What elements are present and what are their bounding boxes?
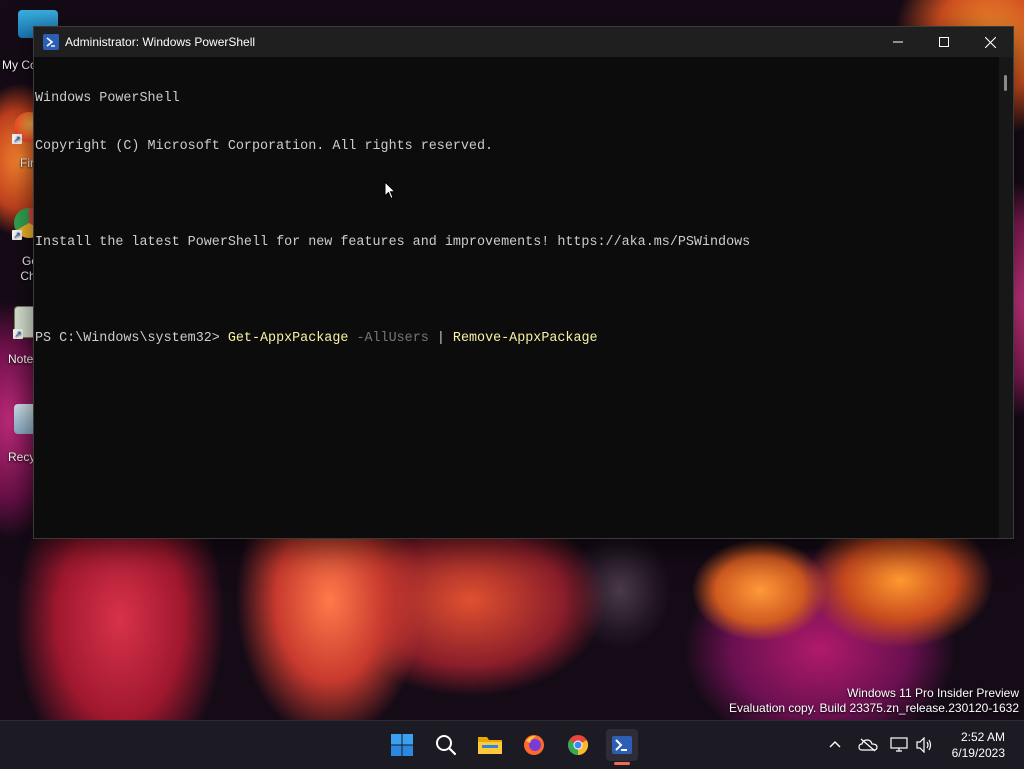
minimize-icon [893,41,903,43]
maximize-icon [939,37,949,47]
onedrive-icon [858,738,878,752]
clock-date: 6/19/2023 [951,746,1005,760]
file-explorer-icon [478,737,502,754]
maximize-button[interactable] [921,27,967,57]
console-line: Install the latest PowerShell for new fe… [35,235,751,250]
watermark-line: Evaluation copy. Build 23375.zn_release.… [729,701,1019,715]
search-button[interactable] [430,729,462,761]
close-icon [984,36,996,48]
shortcut-arrow-icon: ↗ [12,230,22,240]
console-line: Copyright (C) Microsoft Corporation. All… [35,139,494,154]
chrome-icon [567,735,589,756]
onedrive-button[interactable] [858,721,878,769]
taskbar: 2:52 AM 6/19/2023 [0,720,1024,769]
search-icon [436,735,457,756]
vertical-scrollbar[interactable] [999,57,1013,538]
cmdlet-get-appxpackage: Get-AppxPackage [227,331,349,346]
window-titlebar[interactable]: Administrator: Windows PowerShell [34,27,1013,57]
powershell-icon [43,34,59,50]
powershell-window[interactable]: Administrator: Windows PowerShell Window… [33,26,1014,539]
clock-time: 2:52 AM [960,730,1005,744]
mouse-cursor-icon [384,181,396,200]
console-output[interactable]: Windows PowerShell Copyright (C) Microso… [34,57,999,538]
desktop-icon-label: Note [8,352,34,366]
system-clock[interactable]: 2:52 AM 6/19/2023 [952,729,1005,761]
desktop-icon-label: Fir [20,156,34,170]
firefox-taskbar-button[interactable] [518,729,550,761]
start-icon [391,734,413,756]
close-button[interactable] [967,27,1013,57]
desktop-icon-label: Recy [8,450,36,464]
firefox-icon [524,735,544,755]
window-title: Administrator: Windows PowerShell [65,35,256,49]
active-app-indicator [614,762,630,765]
scrollbar-thumb[interactable] [1004,75,1007,91]
command-line[interactable]: PS C:\Windows\system32> Get-AppxPackage … [35,331,999,347]
chevron-up-icon [829,741,841,748]
evaluation-watermark: Windows 11 Pro Insider Preview Evaluatio… [729,686,1019,716]
shortcut-arrow-icon: ↗ [13,329,23,339]
tray-overflow-button[interactable] [828,721,842,769]
chrome-taskbar-button[interactable] [562,729,594,761]
param-allusers: -AllUsers [356,331,429,346]
cmdlet-remove-appxpackage: Remove-AppxPackage [452,331,598,346]
watermark-line: Windows 11 Pro Insider Preview [847,686,1019,700]
shortcut-arrow-icon: ↗ [12,134,22,144]
pipe-operator: | [436,331,445,346]
network-icon [890,737,908,752]
start-button[interactable] [386,729,418,761]
network-button[interactable] [890,721,910,769]
desktop-icon-label: My Co [2,58,37,72]
minimize-button[interactable] [875,27,921,57]
powershell-icon [612,736,632,754]
console-line: Windows PowerShell [35,91,180,106]
console-prompt: PS C:\Windows\system32> [35,331,228,346]
volume-icon [916,737,932,753]
file-explorer-button[interactable] [474,729,506,761]
volume-button[interactable] [915,721,933,769]
powershell-taskbar-button[interactable] [606,729,638,761]
